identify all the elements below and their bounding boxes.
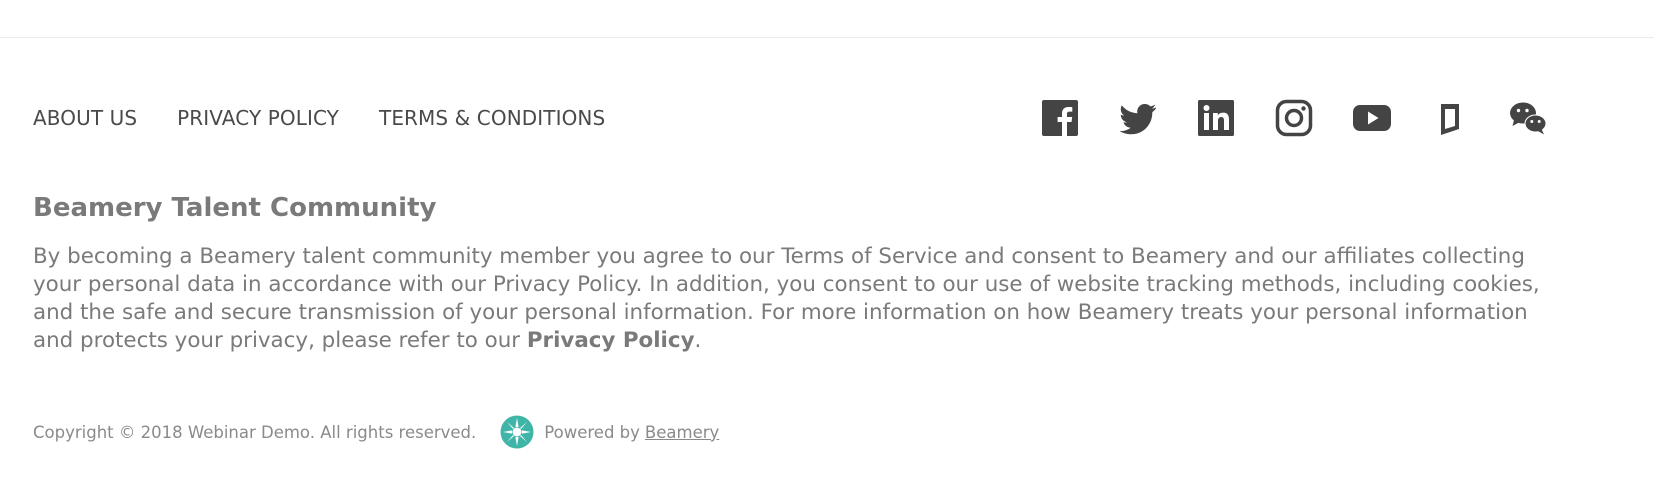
twitter-icon[interactable] (1118, 98, 1158, 138)
powered-by-text: Powered by (544, 422, 640, 442)
community-disclaimer-end: . (694, 328, 702, 353)
nav-privacy-policy-link[interactable]: PRIVACY POLICY (177, 106, 339, 130)
linkedin-icon[interactable] (1196, 98, 1236, 138)
beamery-logo-icon (500, 415, 534, 449)
instagram-icon[interactable] (1274, 98, 1314, 138)
facebook-icon[interactable] (1040, 98, 1080, 138)
nav-about-us-link[interactable]: ABOUT US (33, 106, 137, 130)
glassdoor-icon[interactable] (1430, 98, 1470, 138)
community-disclaimer-text: By becoming a Beamery talent community m… (33, 244, 1540, 353)
copyright-text: Copyright © 2018 Webinar Demo. All right… (33, 422, 477, 442)
footer-nav: ABOUT US PRIVACY POLICY TERMS & CONDITIO… (33, 106, 605, 130)
community-disclaimer: By becoming a Beamery talent community m… (33, 243, 1573, 355)
youtube-icon[interactable] (1352, 98, 1392, 138)
footer-page: ABOUT US PRIVACY POLICY TERMS & CONDITIO… (0, 0, 1654, 484)
social-links (1040, 98, 1548, 138)
beamery-link[interactable]: Beamery (645, 423, 719, 442)
footer-bottom: Copyright © 2018 Webinar Demo. All right… (33, 415, 719, 449)
top-divider (0, 37, 1654, 38)
community-title: Beamery Talent Community (33, 193, 437, 223)
wechat-icon[interactable] (1508, 98, 1548, 138)
nav-terms-conditions-link[interactable]: TERMS & CONDITIONS (379, 106, 605, 130)
privacy-policy-link[interactable]: Privacy Policy (527, 328, 695, 353)
